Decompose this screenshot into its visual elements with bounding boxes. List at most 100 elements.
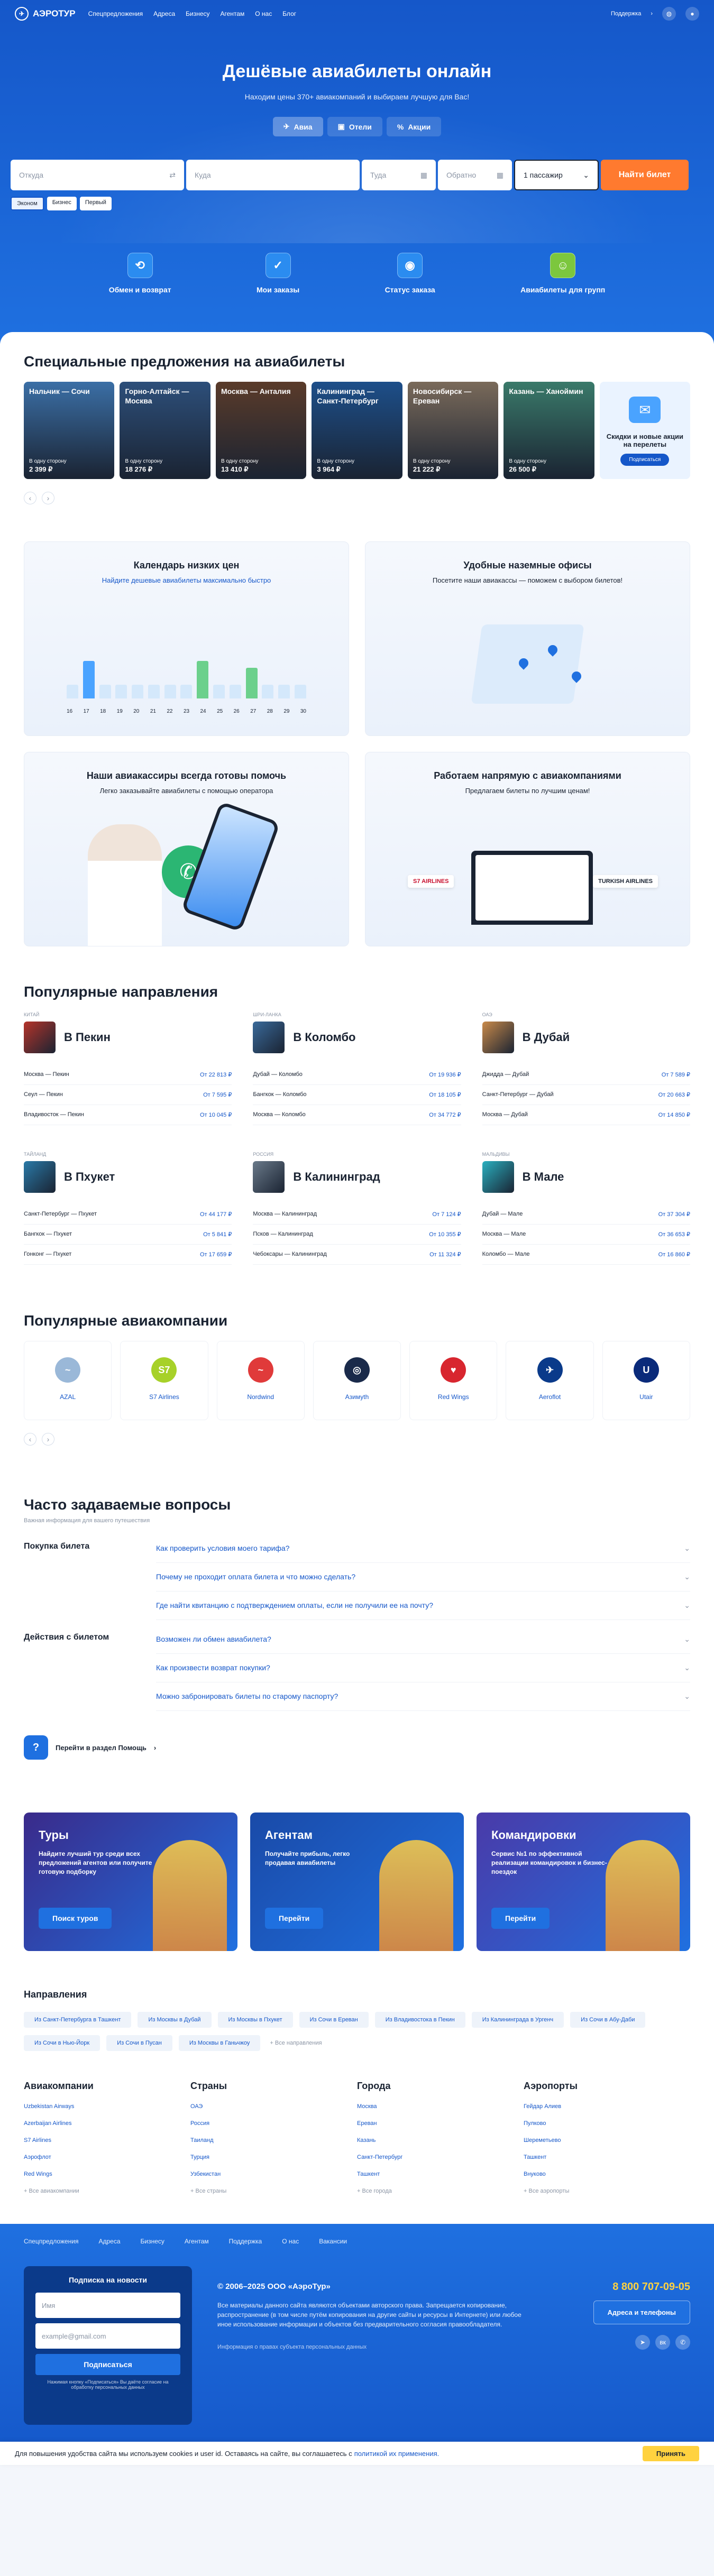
- subscribe-promo-button[interactable]: Подписаться: [620, 454, 670, 466]
- price-bar[interactable]: [197, 660, 209, 698]
- footer-nav-item[interactable]: О нас: [282, 2238, 299, 2245]
- search-button[interactable]: Найти билет: [601, 160, 689, 190]
- footer-nav-item[interactable]: Спецпредложения: [24, 2238, 79, 2245]
- destination-header[interactable]: В Пекин: [24, 1022, 232, 1053]
- offer-card[interactable]: Нальчик — Сочи В одну сторону 2 399 ₽: [24, 382, 115, 479]
- cookie-policy-link[interactable]: политикой их применения.: [354, 2450, 440, 2458]
- price-bar[interactable]: [148, 685, 160, 698]
- destination-header[interactable]: В Пхукет: [24, 1161, 232, 1193]
- route-row[interactable]: Гонконг — Пхукет От 17 659 ₽: [24, 1245, 232, 1265]
- direction-chip[interactable]: Из Сочи в Пусан: [106, 2035, 172, 2051]
- tab-hotels[interactable]: ▣ Отели: [327, 117, 382, 136]
- calendar-day[interactable]: 27: [250, 709, 256, 714]
- airline-card[interactable]: ~ Nordwind: [216, 1341, 305, 1420]
- feature-airlines[interactable]: Работаем напрямую с авиакомпаниями Предл…: [365, 752, 690, 946]
- offer-card[interactable]: Новосибирск — Ереван В одну сторону 21 222…: [407, 382, 499, 479]
- calendar-day[interactable]: 24: [200, 709, 206, 714]
- footer-nav-item[interactable]: Вакансии: [319, 2238, 347, 2245]
- calendar-day[interactable]: 23: [184, 709, 189, 714]
- faq-question[interactable]: Как проверить условия моего тарифа? ⌄: [156, 1534, 690, 1563]
- direction-chip[interactable]: Из Москвы в Пхукет: [217, 2012, 293, 2028]
- quick-status[interactable]: ◉ Статус заказа: [385, 253, 435, 294]
- service-card-button[interactable]: Поиск туров: [39, 1908, 112, 1929]
- link-column-item[interactable]: Red Wings: [24, 2171, 190, 2177]
- calendar-day[interactable]: 17: [84, 709, 89, 714]
- airline-card[interactable]: S7 S7 Airlines: [120, 1341, 208, 1420]
- price-bar[interactable]: [115, 685, 127, 698]
- link-column-item[interactable]: Турция: [190, 2154, 357, 2160]
- addresses-button[interactable]: Адреса и телефоны: [593, 2301, 690, 2324]
- promo-card[interactable]: ✉ Скидки и новые акции на перелеты Подпи…: [599, 382, 690, 479]
- all-directions-link[interactable]: + Все направления: [267, 2035, 325, 2051]
- direction-chip[interactable]: Из Сочи в Нью-Йорк: [24, 2035, 100, 2051]
- nav-agents[interactable]: Агентам: [221, 10, 245, 17]
- offer-card[interactable]: Горно-Алтайск — Москва В одну сторону 18 2…: [120, 382, 210, 479]
- route-row[interactable]: Санкт-Петербург — Пхукет От 44 177 ₽: [24, 1204, 232, 1225]
- price-bar[interactable]: [278, 685, 290, 698]
- price-bar[interactable]: [262, 685, 274, 698]
- direction-chip[interactable]: Из Москвы в Ганьчжоу: [178, 2035, 261, 2051]
- swap-icon[interactable]: ⇄: [169, 171, 176, 180]
- footer-nav-item[interactable]: Адреса: [99, 2238, 121, 2245]
- service-card[interactable]: Командировки Сервис №1 по эффективной реа…: [477, 1813, 690, 1951]
- calendar-day[interactable]: 20: [133, 709, 139, 714]
- subscribe-button[interactable]: Подписаться: [35, 2354, 180, 2375]
- whatsapp-icon[interactable]: ✆: [675, 2335, 690, 2350]
- quick-orders[interactable]: ✓ Мои заказы: [257, 253, 299, 294]
- date-there-input[interactable]: Туда ▦: [362, 160, 436, 190]
- telegram-icon[interactable]: ➤: [635, 2335, 650, 2350]
- route-row[interactable]: Москва — Пекин От 22 813 ₽: [24, 1065, 232, 1085]
- route-row[interactable]: Москва — Дубай От 14 850 ₽: [482, 1105, 690, 1125]
- quick-exchange[interactable]: ⟲ Обмен и возврат: [109, 253, 171, 294]
- route-row[interactable]: Бангкок — Коломбо От 18 105 ₽: [253, 1085, 461, 1105]
- calendar-day[interactable]: 30: [300, 709, 306, 714]
- price-bar[interactable]: [83, 660, 95, 698]
- link-column-item[interactable]: Аэрофлот: [24, 2154, 190, 2160]
- direction-chip[interactable]: Из Владивостока в Пекин: [374, 2012, 465, 2028]
- price-bar[interactable]: [132, 685, 144, 698]
- class-business[interactable]: Бизнес: [47, 197, 77, 210]
- route-row[interactable]: Сеул — Пекин От 7 595 ₽: [24, 1085, 232, 1105]
- calendar-day[interactable]: 26: [234, 709, 240, 714]
- airline-card[interactable]: ✈ Aeroflot: [506, 1341, 594, 1420]
- support-link[interactable]: Поддержка: [611, 11, 641, 17]
- link-column-more[interactable]: + Все аэропорты: [524, 2188, 690, 2194]
- direction-chip[interactable]: Из Сочи в Ереван: [299, 2012, 369, 2028]
- class-economy[interactable]: Эконом: [11, 197, 44, 210]
- email-input[interactable]: example@gmail.com: [35, 2323, 180, 2349]
- offer-card[interactable]: Калининград — Санкт-Петербург В одну стор…: [312, 382, 402, 479]
- chevron-down-icon[interactable]: ›: [651, 11, 653, 17]
- help-link[interactable]: ? Перейти в раздел Помощь ›: [24, 1735, 690, 1760]
- link-column-item[interactable]: Россия: [190, 2120, 357, 2127]
- route-row[interactable]: Чебоксары — Калининград От 11 324 ₽: [253, 1245, 461, 1265]
- quick-groups[interactable]: ☺ Авиабилеты для групп: [520, 253, 605, 294]
- service-card[interactable]: Агентам Получайте прибыль, легко продавая…: [250, 1813, 464, 1951]
- calendar-day[interactable]: 21: [150, 709, 156, 714]
- calendar-day[interactable]: 22: [167, 709, 172, 714]
- link-column-item[interactable]: Azerbaijan Airlines: [24, 2120, 190, 2127]
- globe-icon[interactable]: ◍: [662, 7, 676, 21]
- user-icon[interactable]: ●: [685, 7, 699, 21]
- privacy-link[interactable]: Информация о правах субъекта персональны…: [217, 2344, 533, 2350]
- link-column-item[interactable]: Узбекистан: [190, 2171, 357, 2177]
- direction-chip[interactable]: Из Москвы в Дубай: [138, 2012, 212, 2028]
- calendar-day[interactable]: 16: [67, 709, 72, 714]
- footer-nav-item[interactable]: Бизнесу: [141, 2238, 164, 2245]
- passengers-select[interactable]: 1 пассажир ⌄: [514, 160, 599, 190]
- nav-blog[interactable]: Блог: [282, 10, 296, 17]
- feature-offices[interactable]: Удобные наземные офисы Посетите наши ави…: [365, 541, 690, 736]
- chevron-right-icon[interactable]: ›: [42, 1433, 54, 1446]
- route-row[interactable]: Дубай — Мале От 37 304 ₽: [482, 1204, 690, 1225]
- route-row[interactable]: Москва — Коломбо От 34 772 ₽: [253, 1105, 461, 1125]
- link-column-item[interactable]: Пулково: [524, 2120, 690, 2127]
- route-row[interactable]: Дубай — Коломбо От 19 936 ₽: [253, 1065, 461, 1085]
- destination-header[interactable]: В Калининград: [253, 1161, 461, 1193]
- price-bar[interactable]: [99, 685, 111, 698]
- route-row[interactable]: Бангкок — Пхукет От 5 841 ₽: [24, 1225, 232, 1245]
- faq-question[interactable]: Как произвести возврат покупки? ⌄: [156, 1654, 690, 1682]
- calendar-day[interactable]: 19: [117, 709, 123, 714]
- service-card-button[interactable]: Перейти: [265, 1908, 324, 1929]
- destination-header[interactable]: В Дубай: [482, 1022, 690, 1053]
- nav-special[interactable]: Спецпредложения: [88, 10, 143, 17]
- route-row[interactable]: Санкт-Петербург — Дубай От 20 663 ₽: [482, 1085, 690, 1105]
